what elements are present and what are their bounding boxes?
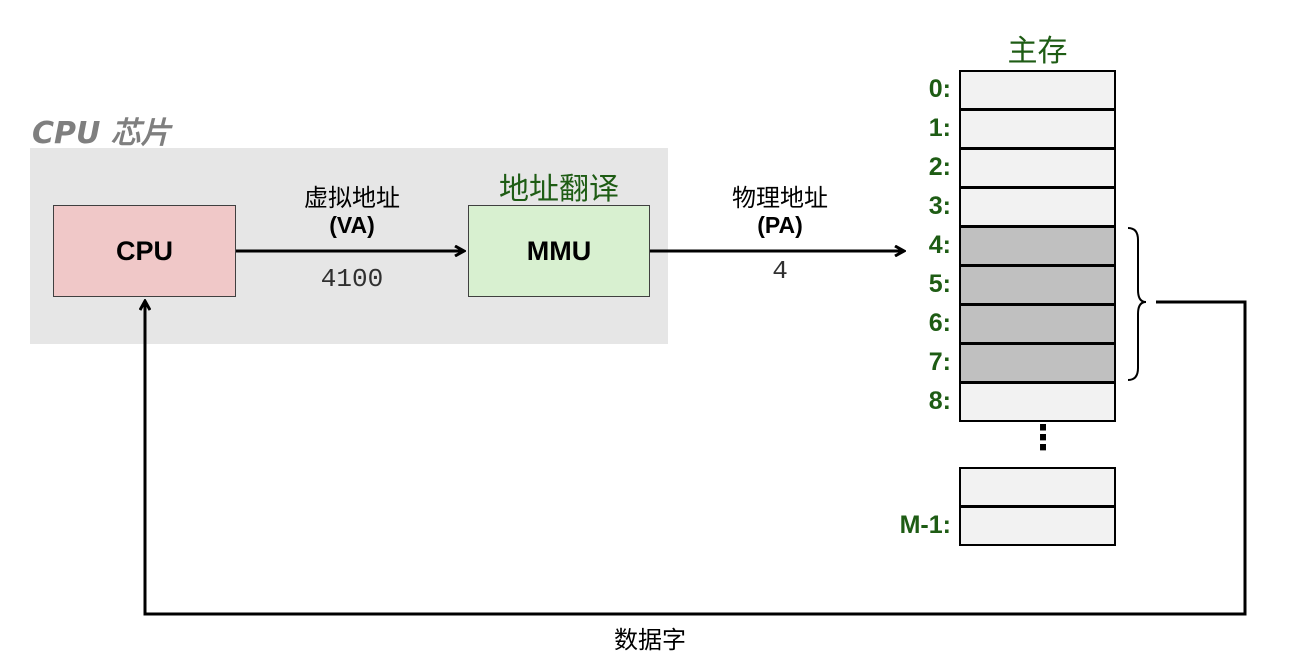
data-word-return-path — [145, 301, 1247, 616]
memory-brace — [1127, 227, 1147, 381]
connector-layer — [0, 227, 1247, 616]
